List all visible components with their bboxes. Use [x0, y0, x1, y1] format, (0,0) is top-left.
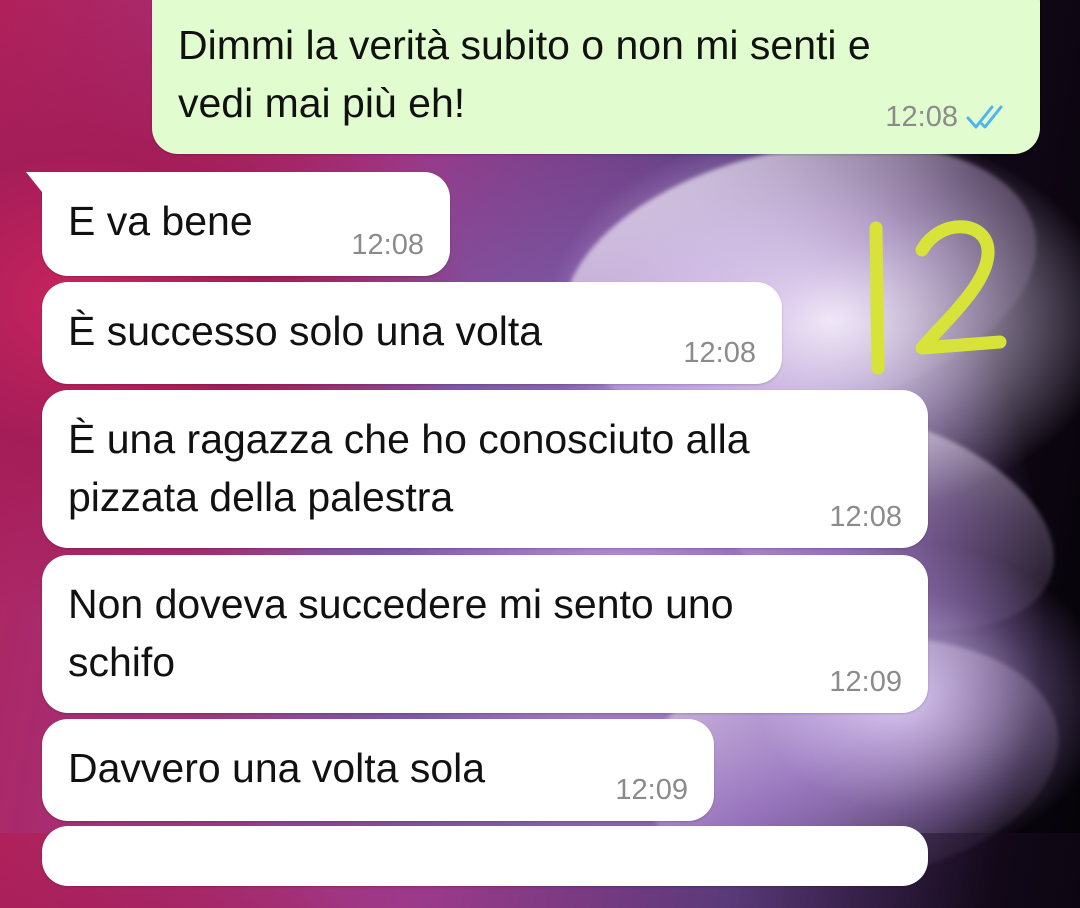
incoming-message[interactable]: È successo solo una volta 12:08: [42, 282, 782, 384]
message-text: Davvero una volta sola: [68, 745, 486, 791]
message-text: Non doveva succedere mi sento uno schifo: [68, 581, 734, 685]
message-text: È una ragazza che ho conosciuto alla piz…: [68, 416, 750, 520]
message-time: 12:09: [615, 774, 688, 806]
message-text: È successo solo una volta: [68, 308, 543, 354]
incoming-message-partial[interactable]: [42, 826, 928, 886]
message-time: 12:08: [885, 101, 958, 133]
incoming-message[interactable]: Davvero una volta sola 12:09: [42, 719, 714, 821]
message-time: 12:09: [829, 666, 902, 698]
bubble-tail: [26, 172, 60, 202]
outgoing-message[interactable]: Dimmi la verità subito o non mi senti e …: [152, 0, 1040, 154]
message-time: 12:08: [351, 229, 424, 261]
incoming-message[interactable]: Non doveva succedere mi sento uno schifo…: [42, 555, 928, 713]
handwritten-annotation: [869, 220, 1007, 375]
read-double-check-icon: [966, 105, 1003, 129]
message-time: 12:08: [829, 501, 902, 533]
incoming-message[interactable]: È una ragazza che ho conosciuto alla piz…: [42, 390, 928, 548]
bubble-tail: [1030, 0, 1038, 6]
message-time: 12:08: [683, 337, 756, 369]
incoming-message[interactable]: E va bene 12:08: [26, 172, 450, 276]
